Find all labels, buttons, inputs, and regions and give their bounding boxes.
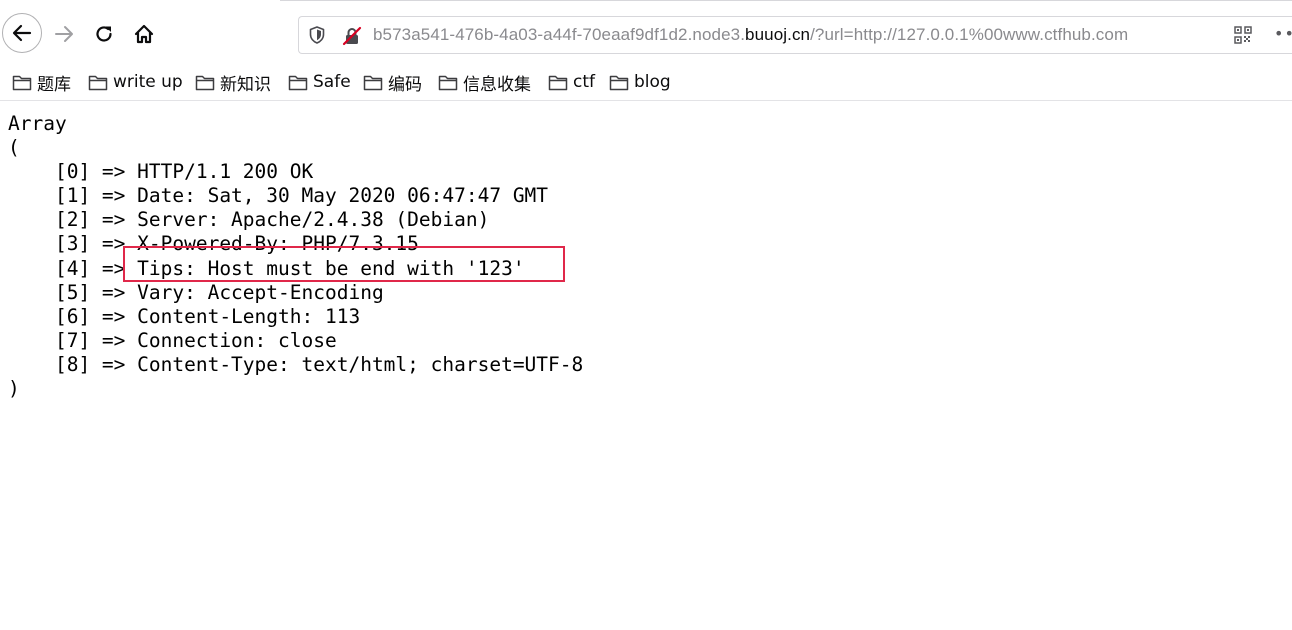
bookmark-label: 信息收集 <box>463 74 531 95</box>
folder-icon <box>438 75 458 90</box>
folder-icon <box>12 75 32 90</box>
bookmark-folder-new-knowledge[interactable]: 新知识 <box>195 70 271 95</box>
url-host: buuoj.cn <box>745 25 811 44</box>
forward-arrow-icon <box>55 26 73 42</box>
output-line: [1] => Date: Sat, 30 May 2020 06:47:47 G… <box>8 184 549 208</box>
output-line: ) <box>8 377 20 401</box>
output-line: [8] => Content-Type: text/html; charset=… <box>8 352 584 376</box>
bookmark-folder-encoding[interactable]: 编码 <box>363 70 422 95</box>
highlight-box <box>123 246 565 282</box>
bookmark-label: blog <box>634 72 671 92</box>
insecure-lock-icon[interactable] <box>341 25 363 47</box>
bookmark-folder-tiku[interactable]: 题库 <box>12 70 71 95</box>
home-button[interactable] <box>124 14 164 54</box>
output-line: [0] => HTTP/1.1 200 OK <box>8 160 314 184</box>
back-button[interactable] <box>2 13 42 53</box>
bookmark-folder-info-gathering[interactable]: 信息收集 <box>438 70 531 95</box>
folder-icon <box>609 75 629 90</box>
forward-button[interactable] <box>44 14 84 54</box>
output-line: [2] => Server: Apache/2.4.38 (Debian) <box>8 208 490 232</box>
home-icon <box>134 24 154 44</box>
folder-icon <box>548 75 568 90</box>
bookmarks-toolbar: 题库 write up 新知识 Safe 编码 信息收集 ctf blog <box>0 66 1292 101</box>
url-text[interactable]: b573a541-476b-4a03-a44f-70eaaf9df1d2.nod… <box>373 25 1128 45</box>
bookmark-label: ctf <box>573 72 595 92</box>
bookmark-label: 题库 <box>37 74 71 95</box>
back-arrow-icon <box>12 24 32 42</box>
output-line: ( <box>8 136 20 160</box>
browser-toolbar: b573a541-476b-4a03-a44f-70eaaf9df1d2.nod… <box>0 0 1292 66</box>
url-suffix: /?url=http://127.0.0.1%00www.ctfhub.com <box>810 25 1129 44</box>
more-icon[interactable]: ••• <box>1274 24 1292 43</box>
qr-code-icon[interactable] <box>1233 25 1253 45</box>
reload-button[interactable] <box>84 14 124 54</box>
bookmark-label: 编码 <box>388 74 422 95</box>
toolbar-divider <box>280 0 1292 1</box>
bookmark-label: Safe <box>313 72 351 92</box>
folder-icon <box>195 75 215 90</box>
output-line: [5] => Vary: Accept-Encoding <box>8 280 384 304</box>
bookmark-folder-ctf[interactable]: ctf <box>548 70 595 94</box>
address-bar[interactable]: b573a541-476b-4a03-a44f-70eaaf9df1d2.nod… <box>298 16 1292 54</box>
bookmark-label: write up <box>113 72 183 92</box>
folder-icon <box>363 75 383 90</box>
bookmark-folder-blog[interactable]: blog <box>609 70 671 94</box>
url-prefix: b573a541-476b-4a03-a44f-70eaaf9df1d2.nod… <box>373 25 746 44</box>
shield-icon[interactable] <box>307 25 327 45</box>
bookmark-folder-safe[interactable]: Safe <box>288 70 351 94</box>
reload-icon <box>96 26 112 42</box>
output-line: [7] => Connection: close <box>8 328 337 352</box>
bookmark-folder-write-up[interactable]: write up <box>88 70 183 94</box>
output-line: Array <box>8 112 67 135</box>
folder-icon <box>288 75 308 90</box>
folder-icon <box>88 75 108 90</box>
bookmark-label: 新知识 <box>220 74 271 95</box>
output-line: [6] => Content-Length: 113 <box>8 304 361 328</box>
